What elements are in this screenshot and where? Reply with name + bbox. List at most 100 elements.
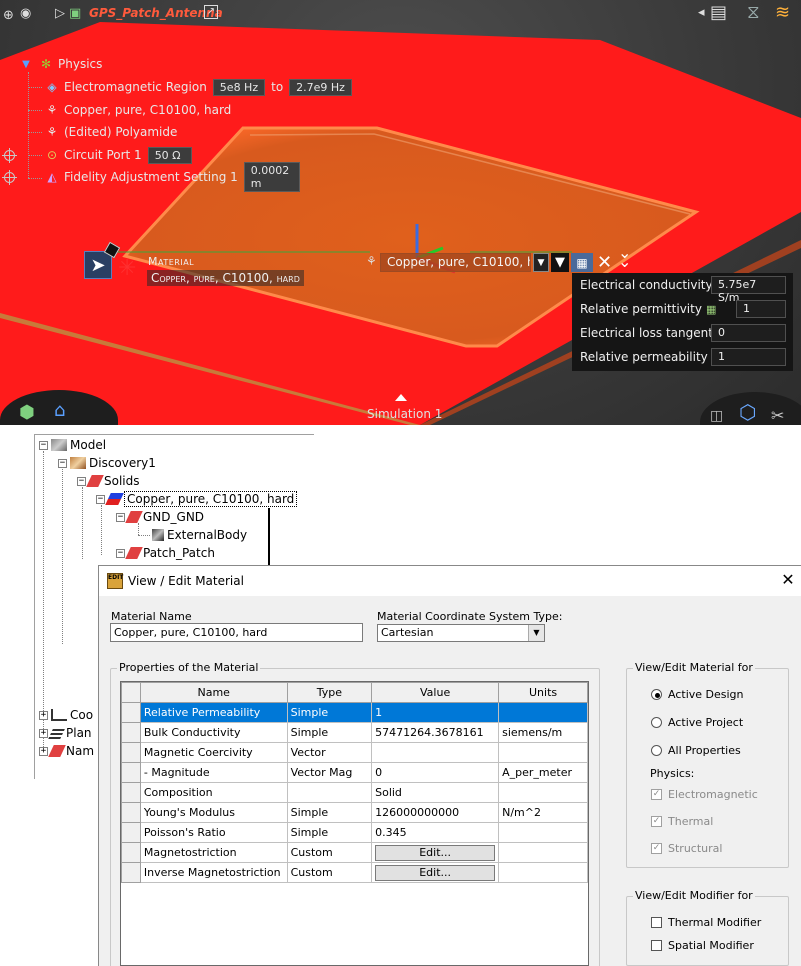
tree-node-named-selections[interactable]: + Nam [39,742,94,760]
physics-item-circuit-port[interactable]: ⊙ Circuit Port 1 50 Ω [44,145,192,165]
table-row[interactable]: Poisson's Ratio Simple 0.345 [121,822,588,843]
dialog-titlebar[interactable]: EDIT View / Edit Material ✕ [99,566,801,596]
cell-value[interactable] [371,742,500,763]
radio-all-properties[interactable]: All Properties [651,744,741,757]
table-row[interactable]: Magnetic Coercivity Vector [121,742,588,763]
cell-name[interactable]: Magnetic Coercivity [139,742,288,763]
collapse-icon[interactable]: − [116,512,125,522]
material-dropdown-value[interactable]: Copper, pure, C10100, hard [380,253,531,272]
cell-units[interactable]: N/m^2 [498,802,588,823]
cell-type[interactable]: Vector Mag [286,762,373,783]
table-row[interactable]: Relative Permeability Simple 1 [121,702,588,723]
tree-node-patch[interactable]: − Patch_Patch [116,544,215,562]
dropdown-arrow-icon[interactable]: ▼ [533,253,549,272]
table-row[interactable]: Magnetostriction Custom Edit... [121,842,588,863]
tree-node-coordinates[interactable]: + Coo [39,706,93,724]
loss-tangent-field[interactable]: 0 [711,324,786,342]
cell-name[interactable]: Magnetostriction [139,842,288,863]
row-header[interactable] [121,702,141,723]
freq-from-field[interactable]: 5e8 Hz [212,78,266,96]
checkbox[interactable]: ✓ [651,789,662,800]
check-electromagnetic[interactable]: ✓ Electromagnetic [651,788,758,801]
check-thermal[interactable]: ✓ Thermal [651,815,713,828]
row-header[interactable] [121,742,141,763]
checkbox[interactable] [651,940,662,951]
tree-node-model[interactable]: − Model [39,436,106,454]
expand-triangle-icon[interactable]: ▷ [55,6,65,21]
table-row[interactable]: Composition Solid [121,782,588,803]
collapse-icon[interactable]: − [116,548,125,558]
popout-icon[interactable]: ↗ [204,5,218,19]
material-dropdown[interactable]: Copper, pure, C10100, hard ▼ ▼ ▦ [380,253,593,272]
conductivity-field[interactable]: 5.75e7 S/m [711,276,786,304]
cell-type[interactable]: Vector [286,742,373,763]
cell-name[interactable]: Bulk Conductivity [139,722,288,743]
tree-node-external-body[interactable]: ExternalBody [152,526,247,544]
cell-value[interactable]: 0.345 [371,822,500,843]
table-row[interactable]: Young's Modulus Simple 126000000000 N/m^… [121,802,588,823]
simulation-label[interactable]: Simulation 1 [367,407,442,421]
radio-dot[interactable] [651,717,662,728]
cell-value[interactable]: 126000000000 [371,802,500,823]
crosshair-icon[interactable]: ⊕ [3,8,14,23]
cell-type[interactable]: Custom [286,862,373,883]
filter-icon[interactable]: ▼ [551,253,569,272]
row-header[interactable] [121,822,141,843]
checkbox[interactable] [651,917,662,928]
wave-icon[interactable]: ≋ [775,2,790,23]
column-header[interactable]: Value [371,682,500,703]
caret-up-icon[interactable] [395,394,407,401]
add-chart-icon[interactable]: ▤ [710,2,727,23]
layers-icon[interactable]: ◫ [710,408,723,424]
cell-name[interactable]: Relative Permeability [139,702,288,723]
column-header[interactable]: Type [286,682,373,703]
tree-node-solids[interactable]: − Solids [77,472,140,490]
permeability-field[interactable]: 1 [711,348,786,366]
expand-icon[interactable]: + [39,710,48,720]
expand-icon[interactable]: + [39,728,48,738]
close-icon[interactable]: ✕ [597,252,612,273]
radio-dot[interactable] [651,689,662,700]
tree-node-copper[interactable]: − Copper, pure, C10100, hard [96,490,298,508]
crosshair-icon[interactable] [2,170,17,185]
table-row[interactable]: Inverse Magnetostriction Custom Edit... [121,862,588,883]
edit-magnetostriction-button[interactable]: Edit... [375,844,496,861]
cell-value[interactable]: 1 [371,702,500,723]
expand-icon[interactable]: + [39,746,48,756]
cell-units[interactable]: siemens/m [498,722,588,743]
collapse-icon[interactable]: − [58,458,67,468]
physics-item-em-region[interactable]: ◈ Electromagnetic Region 5e8 Hz to 2.7e9… [44,77,352,97]
row-header[interactable] [121,762,141,783]
view-cube-icon[interactable]: ⬡ [739,400,756,424]
radio-active-design[interactable]: Active Design [651,688,744,701]
tree-node-planes[interactable]: + Plan [39,724,92,742]
table-icon[interactable]: ▦ [706,303,716,316]
physics-item-polyamide[interactable]: ⚘ (Edited) Polyamide [44,122,178,142]
cell-name[interactable]: Inverse Magnetostriction [139,862,288,883]
cell-units[interactable] [498,822,588,843]
tree-node-gnd[interactable]: − GND_GND [116,508,204,526]
checkbox[interactable]: ✓ [651,843,662,854]
material-name-input[interactable] [110,623,363,642]
chevron-left-icon[interactable]: ◂ [698,5,705,20]
physics-tree-root[interactable]: ▼ ✻ Physics [18,54,102,74]
cell-units[interactable]: A_per_meter [498,762,588,783]
cell-name[interactable]: - Magnitude [139,762,288,783]
check-thermal-modifier[interactable]: Thermal Modifier [651,916,761,929]
cell-type[interactable]: Simple [286,702,373,723]
cell-name[interactable]: Poisson's Ratio [139,822,288,843]
checkbox[interactable]: ✓ [651,816,662,827]
collapse-icon[interactable]: − [39,440,48,450]
dropdown-arrow-icon[interactable]: ▼ [528,625,544,641]
row-header[interactable] [121,862,141,883]
tools-icon[interactable]: ✂ [771,406,784,425]
eye-icon[interactable]: ◉ [20,6,31,21]
cell-name[interactable]: Young's Modulus [139,802,288,823]
tree-node-discovery[interactable]: − Discovery1 [58,454,156,472]
crosshair-icon[interactable] [2,148,17,163]
cell-type[interactable] [286,782,373,803]
properties-grid-icon[interactable]: ▦ [571,253,593,272]
home-icon[interactable]: ⌂ [54,400,65,421]
check-structural[interactable]: ✓ Structural [651,842,722,855]
cell-units[interactable] [498,782,588,803]
